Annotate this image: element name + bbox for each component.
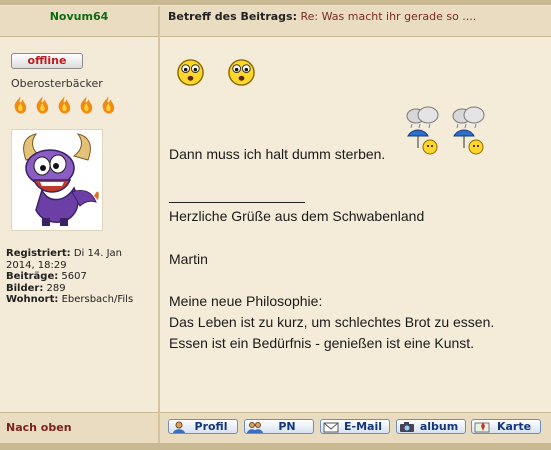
map-pin-icon xyxy=(474,421,490,432)
shocked-smiley-icon xyxy=(228,59,255,86)
forum-post: Novum64 Betreff des Beitrags: Re: Was ma… xyxy=(0,0,551,450)
user-meta: Registriert: Di 14. Jan 2014, 18:29 Beit… xyxy=(6,248,133,306)
pics-row: Bilder: 289 xyxy=(6,283,133,295)
registered-value-time: 2014, 18:29 xyxy=(6,259,67,271)
rain-cloud-smiley-icon xyxy=(406,106,439,155)
location-label: Wohnort: xyxy=(6,294,59,305)
profile-button-label: Profil xyxy=(194,420,228,433)
album-button-label: album xyxy=(419,420,459,433)
pm-button[interactable]: PN xyxy=(244,419,314,434)
registered-value: Di 14. Jan xyxy=(73,248,122,259)
pics-label: Bilder: xyxy=(6,282,44,294)
signature-line: Das Leben ist zu kurz, um schlechtes Bro… xyxy=(169,314,495,330)
shocked-smiley-icon xyxy=(177,59,204,86)
location-value: Ebersbach/Fils xyxy=(61,294,134,305)
registered-row: Registriert: Di 14. Jan xyxy=(6,248,133,260)
bull-avatar-icon xyxy=(23,133,99,226)
subject-text: Re: Was macht ihr gerade so .... xyxy=(300,10,477,23)
posts-value: 5607 xyxy=(61,271,87,282)
flame-icon xyxy=(102,96,115,114)
location-row: Wohnort: Ebersbach/Fils xyxy=(6,294,133,306)
back-to-top-link[interactable]: Nach oben xyxy=(6,421,72,434)
email-button-label: E-Mail xyxy=(344,420,382,433)
map-button[interactable]: Karte xyxy=(471,419,541,434)
users-icon xyxy=(247,421,263,433)
map-button-label: Karte xyxy=(496,420,532,433)
bottom-divider xyxy=(0,443,551,450)
flame-icon xyxy=(14,96,27,114)
author-name[interactable]: Novum64 xyxy=(0,10,158,23)
signature-divider xyxy=(169,202,305,203)
signature-line: Essen ist ein Bedürfnis - genießen ist e… xyxy=(169,335,475,351)
rain-cloud-smiley-icon xyxy=(452,106,485,155)
user-rank: Oberosterbäcker xyxy=(11,77,103,90)
signature-line: Meine neue Philosophie: xyxy=(169,293,323,309)
flame-icon xyxy=(80,96,93,114)
envelope-icon xyxy=(323,422,339,432)
user-icon xyxy=(173,421,185,433)
profile-button[interactable]: Profil xyxy=(168,419,238,434)
album-button[interactable]: album xyxy=(396,419,466,434)
posts-row: Beiträge: 5607 xyxy=(6,271,133,283)
signature-name: Martin xyxy=(169,251,208,267)
avatar xyxy=(11,129,103,231)
rank-flames xyxy=(11,95,118,115)
post-subject: Betreff des Beitrags: Re: Was macht ihr … xyxy=(168,10,476,23)
flame-icon xyxy=(36,96,49,114)
camera-icon xyxy=(400,421,414,432)
registered-label: Registriert: xyxy=(6,248,71,259)
registered-row-cont: 2014, 18:29 xyxy=(6,260,133,272)
posts-label: Beiträge: xyxy=(6,271,59,282)
pics-value: 289 xyxy=(46,282,66,294)
pm-button-label: PN xyxy=(278,420,296,433)
flame-icon xyxy=(58,96,71,114)
status-badge: offline xyxy=(11,53,83,69)
top-divider xyxy=(0,0,551,5)
signature-greeting: Herzliche Grüße aus dem Schwabenland xyxy=(169,208,425,224)
email-button[interactable]: E-Mail xyxy=(320,419,390,434)
subject-label: Betreff des Beitrags: xyxy=(168,10,297,23)
message-line: Dann muss ich halt dumm sterben. xyxy=(169,146,386,162)
message-panel xyxy=(160,37,551,412)
